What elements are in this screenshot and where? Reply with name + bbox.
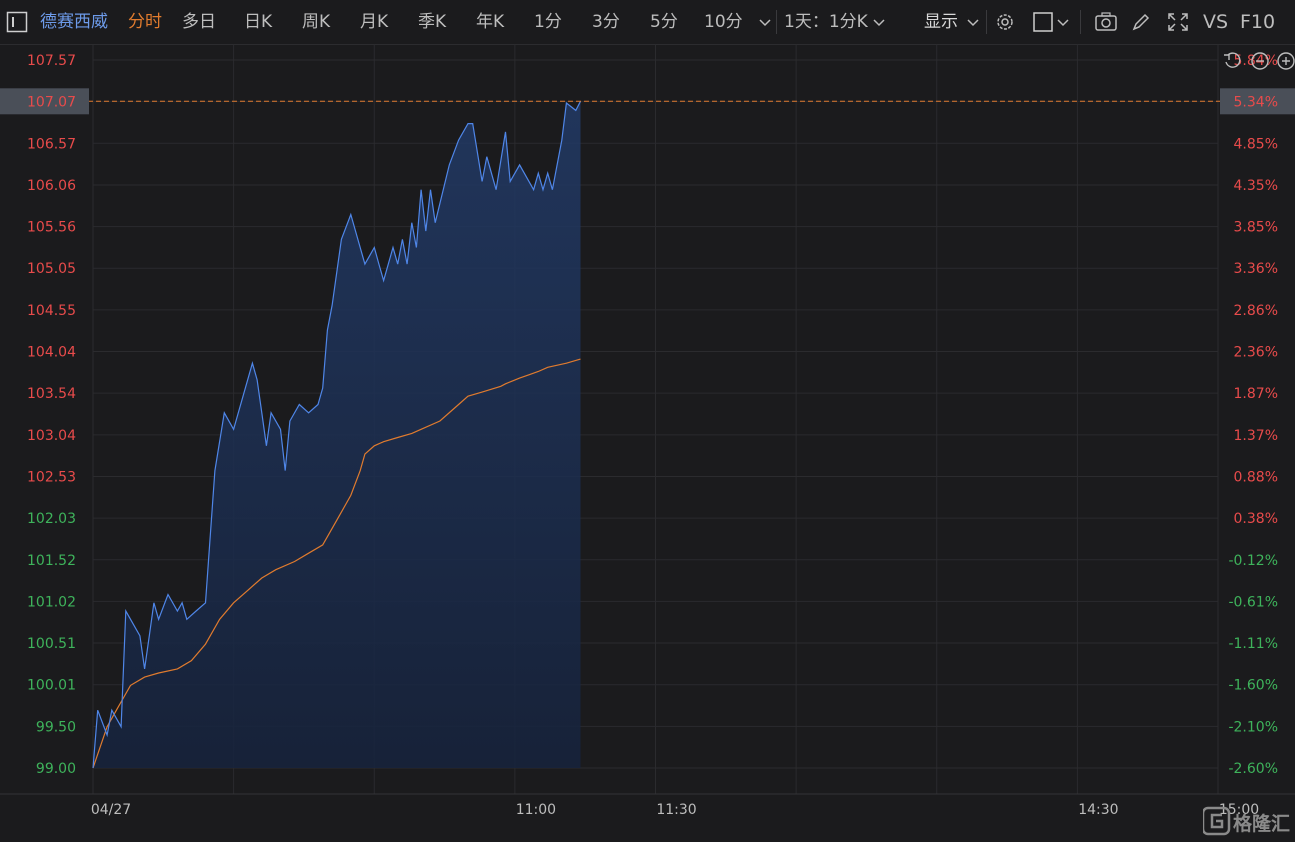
tab-3min[interactable]: 3分 [592, 0, 620, 44]
y-axis-percent: 5.84%5.34%4.85%4.35%3.85%3.36%2.86%2.36%… [1228, 53, 1278, 777]
y-tick-label: 101.02 [27, 594, 76, 610]
y-tick-label: 101.52 [27, 553, 76, 569]
y-tick-pct-label: 2.36% [1234, 345, 1278, 361]
chevron-down-icon[interactable] [1056, 15, 1070, 34]
y-tick-label: 107.57 [27, 53, 76, 69]
y-tick-label: 99.00 [36, 761, 76, 777]
y-tick-pct-label: -2.10% [1228, 719, 1278, 735]
tab-5min[interactable]: 5分 [650, 0, 678, 44]
chevron-down-icon[interactable] [758, 15, 772, 34]
x-axis-time: 04/27 11:00 11:30 14:30 15:00 [91, 802, 1259, 818]
chevron-down-icon[interactable] [872, 15, 886, 34]
y-tick-pct-label: -1.11% [1228, 636, 1278, 652]
x-tick-label: 11:00 [516, 802, 556, 818]
y-tick-pct-label: 4.35% [1234, 178, 1278, 194]
tab-1min[interactable]: 1分 [534, 0, 562, 44]
y-tick-label: 106.06 [27, 178, 76, 194]
pencil-icon[interactable] [1130, 11, 1152, 37]
fullscreen-icon[interactable] [1166, 11, 1190, 37]
stock-name[interactable]: 德赛西威 [40, 0, 108, 44]
y-tick-pct-label: -0.12% [1228, 553, 1278, 569]
tab-multi-day[interactable]: 多日 [182, 0, 216, 44]
chevron-down-icon[interactable] [966, 15, 980, 34]
y-tick-pct-label: -1.60% [1228, 678, 1278, 694]
y-tick-label: 104.55 [27, 303, 76, 319]
toolbar-divider [986, 10, 987, 34]
y-tick-label: 105.05 [27, 261, 76, 277]
chart-toolbar: 德赛西威 分时 多日 日K 周K 月K 季K 年K 1分 3分 5分 10分 1… [0, 0, 1295, 45]
x-tick-label: 11:30 [656, 802, 696, 818]
zoom-in-icon[interactable] [1277, 52, 1295, 70]
tab-weekly-k[interactable]: 周K [302, 0, 330, 44]
watermark: 格隆汇 [1201, 806, 1293, 842]
y-tick-pct-label: 1.37% [1234, 428, 1278, 444]
x-tick-label: 14:30 [1078, 802, 1118, 818]
period-select[interactable]: 1天：1分K [784, 0, 868, 44]
y-tick-label: 106.57 [27, 136, 76, 152]
tab-daily-k[interactable]: 日K [244, 0, 272, 44]
y-axis-price: 107.57 107.07 106.57 106.06 105.56 105.05 104.… [27, 53, 76, 777]
settings-icon[interactable] [994, 11, 1016, 37]
y-tick-label: 99.50 [36, 719, 76, 735]
y-tick-label: 105.56 [27, 220, 76, 236]
intraday-chart[interactable]: 107.07 5.34% 107.57 107.07 106.57 106.06 105… [0, 44, 1295, 841]
y-tick-pct-label: 2.86% [1234, 303, 1278, 319]
current-price-label: 107.07 [27, 94, 76, 110]
toolbar-divider [776, 10, 777, 34]
watermark-text: 格隆汇 [1233, 812, 1290, 835]
y-tick-label: 102.03 [27, 511, 76, 527]
tab-monthly-k[interactable]: 月K [360, 0, 388, 44]
tab-10min[interactable]: 10分 [704, 0, 743, 44]
y-tick-pct-label: 3.85% [1234, 220, 1278, 236]
camera-icon[interactable] [1094, 11, 1118, 37]
y-tick-label: 104.04 [27, 345, 76, 361]
y-tick-pct-label: 4.85% [1234, 136, 1278, 152]
y-tick-pct-label: 1.87% [1234, 386, 1278, 402]
current-pct-label: 5.34% [1234, 94, 1278, 110]
y-tick-pct-label: -2.60% [1228, 761, 1278, 777]
f10-button[interactable]: F10 [1240, 0, 1275, 44]
tab-quarterly-k[interactable]: 季K [418, 0, 446, 44]
y-tick-pct-label: 3.36% [1234, 261, 1278, 277]
y-tick-label: 100.01 [27, 678, 76, 694]
y-tick-pct-label: 0.38% [1234, 511, 1278, 527]
tab-yearly-k[interactable]: 年K [476, 0, 504, 44]
tab-intraday[interactable]: 分时 [128, 0, 162, 44]
y-tick-label: 103.04 [27, 428, 76, 444]
y-tick-pct-label: 0.88% [1234, 469, 1278, 485]
display-menu[interactable]: 显示 [924, 0, 958, 44]
panel-toggle-icon[interactable] [6, 11, 28, 37]
color-square-icon[interactable] [1032, 11, 1054, 37]
toolbar-divider [1080, 10, 1081, 34]
y-tick-pct-label: -0.61% [1228, 594, 1278, 610]
vs-button[interactable]: VS [1203, 0, 1228, 44]
x-tick-label: 04/27 [91, 802, 131, 818]
y-tick-label: 103.54 [27, 386, 76, 402]
y-tick-label: 100.51 [27, 636, 76, 652]
y-tick-label: 102.53 [27, 469, 76, 485]
